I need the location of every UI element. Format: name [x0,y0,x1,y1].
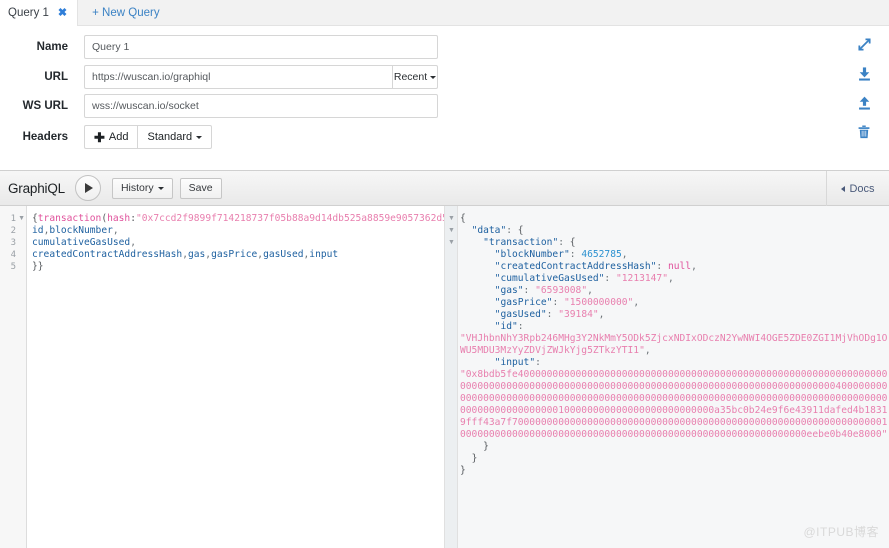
fold-toggle-icon[interactable]: ▼ [448,225,455,237]
result-closing-brace: } [483,441,489,452]
new-query-label: + New Query [92,6,160,19]
result-key: "cumulativeGasUsed" [494,273,605,284]
fold-toggle-icon[interactable]: ▼ [448,213,455,225]
editor-panes: 1 2 3 4 5 ▼ {transaction(hash:"0x7ccd2f9… [0,206,889,548]
action-icon-rail [847,30,881,146]
result-value: "39184" [558,309,599,320]
expand-icon[interactable] [847,30,881,59]
result-key: "input" [494,357,536,368]
query-editor-pane[interactable]: 1 2 3 4 5 ▼ {transaction(hash:"0x7ccd2f9… [0,206,444,548]
graphiql-query-page: Query 1 ✖ + New Query Name Query 1 URL h… [0,0,889,548]
plus-icon: ✚ [94,129,105,145]
result-key: "blockNumber" [494,249,570,260]
result-viewer-code: { "data": { "transaction": { "blockNumbe… [460,213,888,476]
line-number: 5 [10,262,16,272]
chevron-down-icon [196,135,203,139]
chevron-down-icon [430,75,437,79]
headers-preset-label: Standard [147,131,193,143]
line-number: 3 [10,238,16,248]
name-input[interactable]: Query 1 [84,35,438,59]
query-hash-value: "0x7ccd2f9899f714218737f05b88a9d14db525a… [136,213,444,224]
result-value-input: "0x8bdb5fe400000000000000000000000000000… [460,369,888,440]
history-button[interactable]: History [111,177,173,199]
watermark: @ITPUB博客 [803,525,879,539]
query-field-cumulativeGasUsed: cumulativeGasUsed [32,237,131,248]
result-value: "1213147" [615,273,668,284]
result-key: "id" [494,321,518,332]
query-field-gasPrice: gasPrice [211,249,258,260]
form-row-ws-url: WS URL wss://wuscan.io/socket [0,91,889,121]
recent-dropdown-label: Recent [393,71,428,83]
query-field-id: id [32,225,44,236]
headers-label: Headers [22,131,68,143]
download-icon[interactable] [847,59,881,88]
result-key-data: "data" [471,225,507,236]
result-value: null [667,261,692,272]
fold-toggle-icon[interactable]: ▼ [18,213,25,225]
trash-icon[interactable] [847,117,881,146]
query-field-gas: gas [187,249,206,260]
execute-query-button[interactable] [74,175,101,201]
result-closing-brace: } [460,465,466,476]
docs-button[interactable]: Docs [826,171,889,206]
play-icon [84,183,93,193]
query-field-gasUsed: gasUsed [263,249,304,260]
recent-dropdown-button[interactable]: Recent [392,65,438,89]
query-arg-name: hash [107,213,131,224]
tab-query-1[interactable]: Query 1 ✖ [0,0,79,26]
add-header-label: Add [108,131,129,143]
result-key: "gasUsed" [494,309,547,320]
fold-toggle-icon[interactable]: ▼ [448,237,455,249]
url-input[interactable]: https://wuscan.io/graphiql [84,65,392,89]
query-field-blockNumber: blockNumber [49,225,113,236]
save-label: Save [188,182,213,194]
form-row-headers: Headers ✚ Add Standard [0,122,889,152]
query-closing-braces: }} [32,261,44,272]
result-viewer-pane[interactable]: ▼ ▼ ▼ { "data": { "transaction": { "bloc… [444,206,889,548]
query-field-createdContractAddressHash: createdContractAddressHash [32,249,183,260]
result-key-transaction: "transaction" [483,237,559,248]
docs-label: Docs [849,182,875,195]
result-viewer-gutter: ▼ ▼ ▼ [445,206,458,548]
result-value-id: "VHJhbnNhY3Rpb246MHg3Y2NkMmY5ODk5ZjcxNDI… [460,333,888,356]
line-number: 4 [10,250,16,260]
line-number: 2 [10,226,16,236]
result-value: "6593008" [535,285,588,296]
graphiql-logo: GraphiQL [8,180,65,196]
close-icon[interactable]: ✖ [58,7,67,19]
query-tab-bar: Query 1 ✖ + New Query [0,0,889,26]
name-label: Name [36,41,68,53]
result-key: "gas" [494,285,524,296]
query-editor-gutter: 1 2 3 4 5 ▼ [0,206,27,548]
ws-url-input[interactable]: wss://wuscan.io/socket [84,94,438,118]
upload-icon[interactable] [847,88,881,117]
form-row-url: URL https://wuscan.io/graphiql Recent [0,62,889,92]
chevron-left-icon [841,185,846,192]
history-label: History [120,182,154,194]
add-header-button[interactable]: ✚ Add [84,125,138,149]
query-settings-form: Name Query 1 URL https://wuscan.io/graph… [0,26,889,170]
query-field-input: input [309,249,339,260]
ws-url-label: WS URL [22,100,68,112]
url-label: URL [44,71,68,83]
result-closing-brace: } [471,453,478,464]
result-key: "createdContractAddressHash" [494,261,657,272]
query-editor-code[interactable]: {transaction(hash:"0x7ccd2f9899f71421873… [32,213,444,273]
chevron-down-icon [157,186,164,190]
save-button[interactable]: Save [179,177,222,199]
query-root-field: transaction [37,213,102,224]
tab-query-1-label: Query 1 [8,7,49,19]
new-query-button[interactable]: + New Query [78,0,889,26]
form-row-name: Name Query 1 [0,32,889,62]
result-value: 4652785 [581,249,622,260]
result-value: "1500000000" [564,297,634,308]
headers-preset-dropdown[interactable]: Standard [137,125,213,149]
result-key: "gasPrice" [494,297,553,308]
line-number: 1 [10,214,16,224]
graphiql-toolbar: GraphiQL History Save Docs [0,170,889,206]
